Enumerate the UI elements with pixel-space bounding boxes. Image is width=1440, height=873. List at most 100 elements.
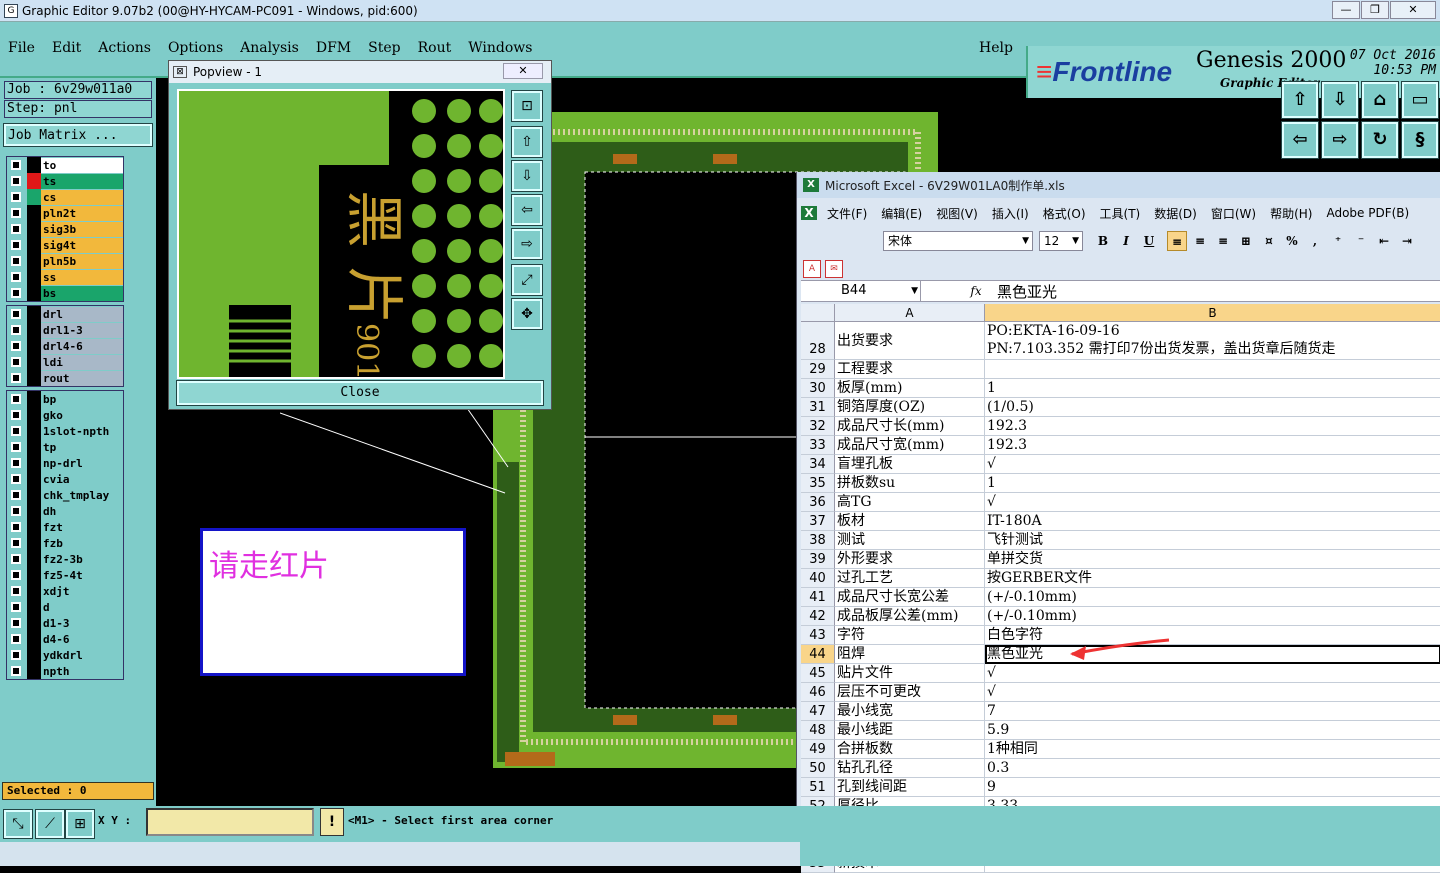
row-number[interactable]: 40 [801, 569, 835, 588]
popview-canvas[interactable]: 黑 片 9016 [177, 89, 505, 379]
popview-close-button[interactable]: Close [176, 380, 544, 406]
menu-dfm[interactable]: DFM [316, 40, 351, 56]
cell-a[interactable]: 字符 [835, 626, 985, 645]
layer-color-swatch[interactable] [27, 253, 41, 269]
layer-checkbox[interactable] [11, 458, 21, 468]
menu-file[interactable]: File [8, 40, 35, 56]
row-number[interactable]: 44 [801, 645, 835, 664]
layer-row[interactable]: pln2t [7, 205, 123, 221]
excel-menu-item[interactable]: 文件(F) [827, 205, 867, 222]
row-number[interactable]: 30 [801, 379, 835, 398]
cell-b[interactable] [985, 360, 1440, 379]
layer-checkbox[interactable] [11, 474, 21, 484]
layer-checkbox[interactable] [11, 490, 21, 500]
cell-a[interactable]: 出货要求 [835, 322, 985, 360]
row-number[interactable]: 43 [801, 626, 835, 645]
layer-name[interactable]: d [41, 599, 123, 615]
layer-color-swatch[interactable] [27, 583, 41, 599]
layer-checkbox[interactable] [11, 394, 21, 404]
formula-value[interactable]: 黑色亚光 [991, 281, 1057, 302]
job-matrix-button[interactable]: Job Matrix ... [3, 123, 153, 147]
cell-a[interactable]: 贴片文件 [835, 664, 985, 683]
layer-checkbox[interactable] [11, 426, 21, 436]
layer-name[interactable]: np-drl [41, 455, 123, 471]
row-number[interactable]: 45 [801, 664, 835, 683]
popview-fit-icon[interactable]: ⤢ [511, 264, 543, 296]
layer-row[interactable]: np-drl [7, 455, 123, 471]
font-select[interactable]: 宋体 [883, 231, 1033, 251]
layer-name[interactable]: cvia [41, 471, 123, 487]
layer-checkbox[interactable] [11, 522, 21, 532]
layer-checkbox[interactable] [11, 240, 21, 250]
row-number[interactable]: 28 [801, 322, 835, 360]
layer-row[interactable]: rout [7, 370, 123, 386]
layer-name[interactable]: to [41, 157, 123, 173]
cell-b[interactable]: 0.3 [985, 759, 1440, 778]
cell-a[interactable]: 盲埋孔板 [835, 455, 985, 474]
layer-name[interactable]: fzt [41, 519, 123, 535]
layer-checkbox[interactable] [11, 442, 21, 452]
cell-b[interactable]: 1 [985, 474, 1440, 493]
select-tool-icon[interactable]: ⤡ [3, 809, 33, 839]
cell-b[interactable]: 1种相同 [985, 740, 1440, 759]
layer-name[interactable]: ts [41, 173, 123, 189]
layer-color-swatch[interactable] [27, 647, 41, 663]
layer-checkbox[interactable] [11, 325, 21, 335]
row-number[interactable]: 34 [801, 455, 835, 474]
layer-checkbox[interactable] [11, 538, 21, 548]
layer-name[interactable]: fz5-4t [41, 567, 123, 583]
layer-row[interactable]: ydkdrl [7, 647, 123, 663]
layer-name[interactable]: gko [41, 407, 123, 423]
layer-color-swatch[interactable] [27, 423, 41, 439]
cell-a[interactable]: 成品板厚公差(mm) [835, 607, 985, 626]
layer-row[interactable]: drl1-3 [7, 322, 123, 338]
layer-row[interactable]: dh [7, 503, 123, 519]
cell-a[interactable]: 成品尺寸长宽公差 [835, 588, 985, 607]
minimize-button[interactable]: — [1332, 1, 1360, 19]
layer-name[interactable]: cs [41, 189, 123, 205]
layer-row[interactable]: d1-3 [7, 615, 123, 631]
layer-row[interactable]: ts [7, 173, 123, 189]
layer-row[interactable]: tp [7, 439, 123, 455]
cell-b[interactable]: (+/-0.10mm) [985, 588, 1440, 607]
popview-center-icon[interactable]: ✥ [511, 298, 543, 330]
layer-row[interactable]: d [7, 599, 123, 615]
layer-row[interactable]: chk_tmplay [7, 487, 123, 503]
menu-step[interactable]: Step [368, 40, 400, 56]
rotate-icon[interactable]: ↻ [1361, 121, 1399, 159]
pan-right-icon[interactable]: ⇨ [1321, 121, 1359, 159]
cell-a[interactable]: 板厚(mm) [835, 379, 985, 398]
row-number[interactable]: 39 [801, 550, 835, 569]
layer-row[interactable]: xdjt [7, 583, 123, 599]
excel-menu-item[interactable]: Adobe PDF(B) [1326, 206, 1409, 220]
layer-color-swatch[interactable] [27, 221, 41, 237]
pan-left-icon[interactable]: ⇦ [1281, 121, 1319, 159]
decrease-decimal-icon[interactable]: ⁻ [1351, 231, 1371, 251]
layer-checkbox[interactable] [11, 602, 21, 612]
cell-a[interactable]: 拼板数su [835, 474, 985, 493]
layer-checkbox[interactable] [11, 666, 21, 676]
pan-up-icon[interactable]: ⇧ [1281, 81, 1319, 119]
layer-checkbox[interactable] [11, 192, 21, 202]
layer-color-swatch[interactable] [27, 503, 41, 519]
cell-a[interactable]: 合拼板数 [835, 740, 985, 759]
home-icon[interactable]: ⌂ [1361, 81, 1399, 119]
align-left-icon[interactable]: ≡ [1167, 231, 1187, 251]
layer-name[interactable]: fzb [41, 535, 123, 551]
cell-b[interactable]: 1 [985, 379, 1440, 398]
layer-color-swatch[interactable] [27, 370, 41, 386]
cell-a[interactable]: 成品尺寸宽(mm) [835, 436, 985, 455]
row-number[interactable]: 33 [801, 436, 835, 455]
comma-icon[interactable]: , [1305, 231, 1325, 251]
layer-name[interactable]: rout [41, 370, 123, 386]
cell-a[interactable]: 过孔工艺 [835, 569, 985, 588]
layer-row[interactable]: fz5-4t [7, 567, 123, 583]
layer-color-swatch[interactable] [27, 338, 41, 354]
cell-b[interactable]: 9 [985, 778, 1440, 797]
layer-row[interactable]: pln5b [7, 253, 123, 269]
row-number[interactable]: 47 [801, 702, 835, 721]
layer-color-swatch[interactable] [27, 551, 41, 567]
snap-grid-icon[interactable]: ⊞ [65, 809, 95, 839]
row-number[interactable]: 29 [801, 360, 835, 379]
layer-checkbox[interactable] [11, 341, 21, 351]
